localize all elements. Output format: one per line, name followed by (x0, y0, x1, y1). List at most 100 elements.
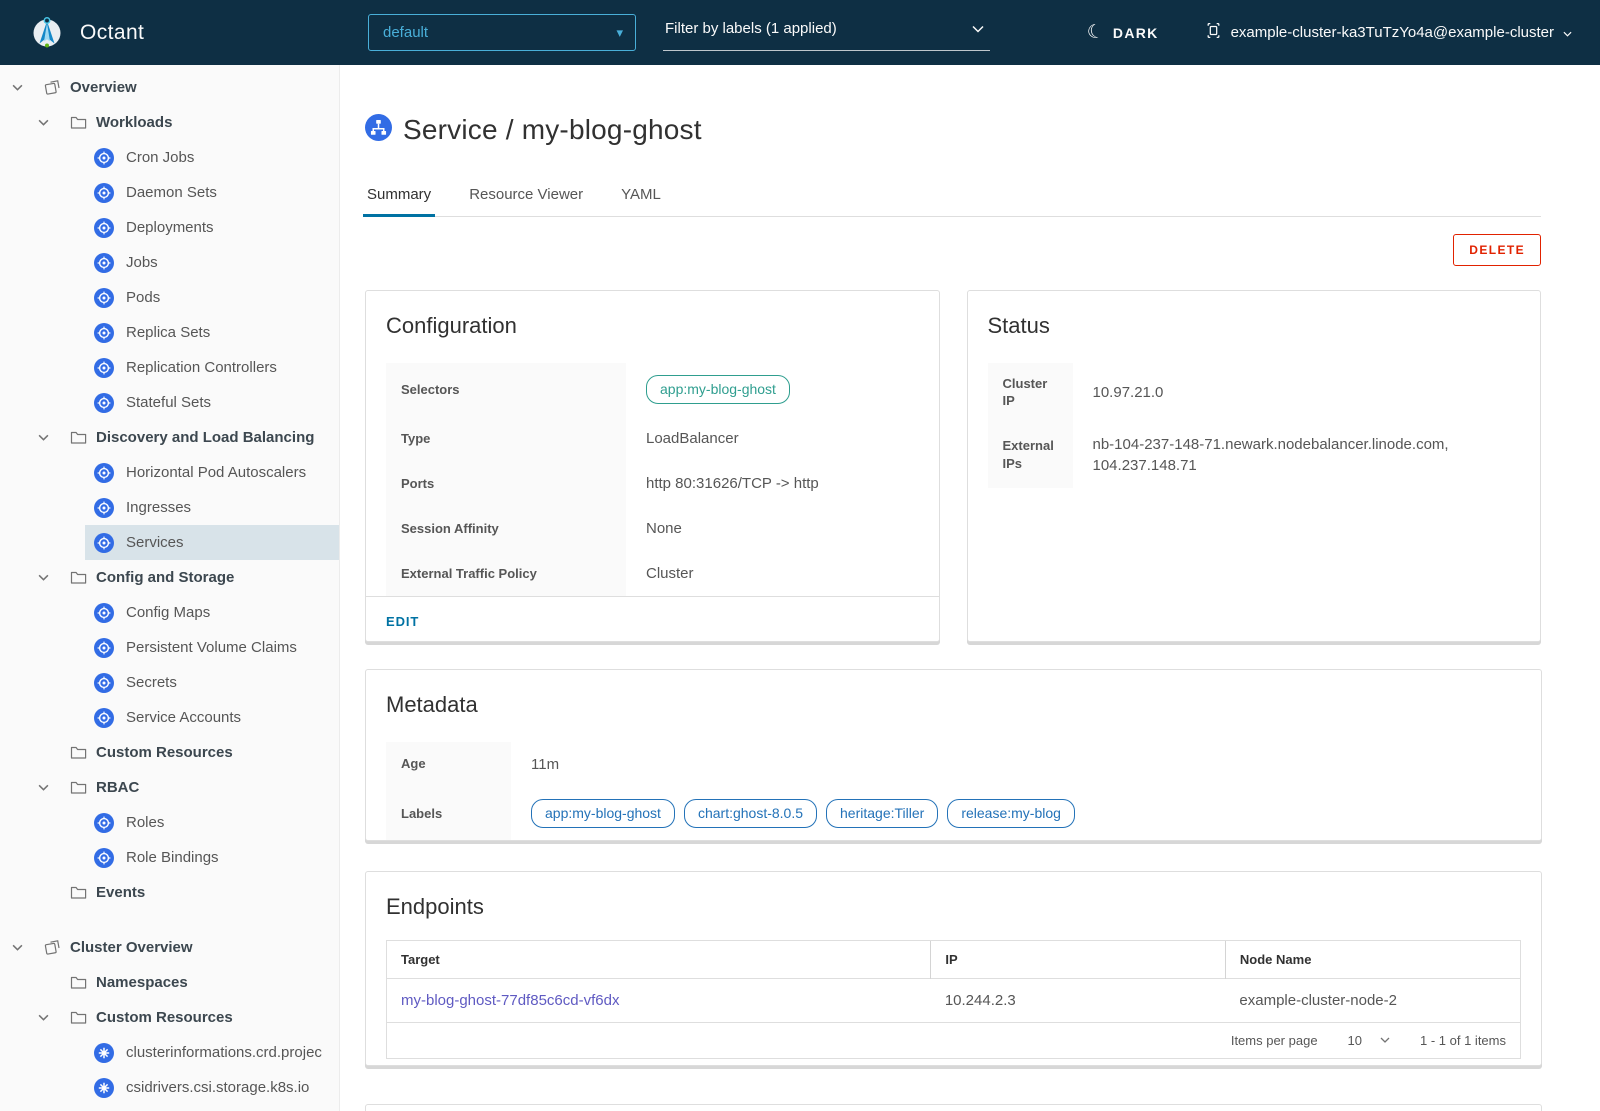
crd-icon (94, 1078, 114, 1098)
header-branding: Octant (0, 14, 340, 52)
endpoints-column-ip: IP (931, 941, 1226, 979)
sidebar-item-config-maps[interactable]: Config Maps (85, 595, 339, 630)
sidebar-item-horizontal-pod-autoscalers[interactable]: Horizontal Pod Autoscalers (85, 455, 339, 490)
sidebar-item-label: Events (96, 884, 145, 901)
namespace-select[interactable]: default ▾ (368, 14, 636, 51)
applications-icon (44, 939, 61, 956)
folder-icon (70, 115, 87, 130)
configuration-value-type: LoadBalancer (626, 416, 919, 461)
endpoints-column-node-name: Node Name (1225, 941, 1520, 979)
configuration-card-footer: EDIT (366, 596, 939, 641)
chevron-down-icon (1563, 24, 1572, 41)
sidebar-item-services[interactable]: Services (85, 525, 339, 560)
configuration-key-session-affinity: Session Affinity (386, 506, 626, 551)
sidebar-item-events[interactable]: Events (0, 875, 339, 910)
sidebar-item-service-accounts[interactable]: Service Accounts (85, 700, 339, 735)
sidebar-item-label: Workloads (96, 114, 172, 131)
items-per-page-label: Items per page (1231, 1033, 1318, 1048)
sidebar-item-discovery-and-load-balancing[interactable]: Discovery and Load Balancing (0, 420, 339, 455)
folder-icon (70, 885, 87, 900)
sidebar-item-workloads[interactable]: Workloads (0, 105, 339, 140)
chevron-down-icon[interactable] (38, 434, 52, 441)
endpoints-table: TargetIPNode Name my-blog-ghost-77df85c6… (386, 940, 1521, 1059)
chevron-down-icon[interactable] (12, 944, 26, 951)
sidebar-item-label: Config and Storage (96, 569, 234, 586)
sidebar-item-namespaces[interactable]: Namespaces (0, 965, 339, 1000)
sidebar-item-label: Horizontal Pod Autoscalers (126, 464, 306, 481)
status-kv-table: Cluster IP10.97.21.0External IPsnb-104-2… (988, 363, 1521, 488)
sidebar-item-clusterinformations-crd-projec[interactable]: clusterinformations.crd.projec (85, 1035, 339, 1070)
folder-icon (70, 570, 87, 585)
label-filter-text: Filter by labels (1 applied) (665, 20, 837, 37)
label-tag[interactable]: app:my-blog-ghost (531, 799, 675, 829)
sidebar-item-daemon-sets[interactable]: Daemon Sets (85, 175, 339, 210)
octant-logo (28, 14, 66, 52)
job-icon (94, 253, 114, 273)
service-icon (94, 533, 114, 553)
sidebar-item-deployments[interactable]: Deployments (85, 210, 339, 245)
sidebar-item-overview[interactable]: Overview (0, 70, 339, 105)
events-card-title: Events (366, 1105, 1541, 1111)
status-value-external-ips: nb-104-237-148-71.newark.nodebalancer.li… (1073, 422, 1521, 488)
configuration-key-selectors: Selectors (386, 363, 626, 417)
sidebar-item-label: Replication Controllers (126, 359, 277, 376)
chevron-down-icon[interactable] (38, 574, 52, 581)
sidebar-item-custom-resources[interactable]: Custom Resources (0, 735, 339, 770)
label-tag[interactable]: chart:ghost-8.0.5 (684, 799, 817, 829)
tab-yaml[interactable]: YAML (621, 186, 661, 216)
tab-resource-viewer[interactable]: Resource Viewer (469, 186, 583, 216)
sidebar-item-custom-resources[interactable]: Custom Resources (0, 1000, 339, 1035)
pod-icon (94, 288, 114, 308)
configuration-card: Configuration Selectorsapp:my-blog-ghost… (365, 290, 940, 642)
sidebar-item-secrets[interactable]: Secrets (85, 665, 339, 700)
main-content: Service / my-blog-ghost SummaryResource … (340, 65, 1600, 1111)
sidebar-item-label: Replica Sets (126, 324, 210, 341)
sidebar-item-jobs[interactable]: Jobs (85, 245, 339, 280)
chevron-down-icon[interactable] (38, 784, 52, 791)
page-size-select[interactable]: 10 (1348, 1033, 1390, 1048)
label-filter-input[interactable]: Filter by labels (1 applied) (663, 14, 990, 51)
chevron-down-icon[interactable] (38, 1014, 52, 1021)
cluster-context-selector[interactable]: example-cluster-ka3TuTzYo4a@example-clus… (1205, 22, 1572, 43)
replicationcontroller-icon (94, 358, 114, 378)
replicaset-icon (94, 323, 114, 343)
sidebar-item-csidrivers-csi-storage-k8s-io[interactable]: csidrivers.csi.storage.k8s.io (85, 1070, 339, 1105)
theme-toggle[interactable]: ☾ DARK (1087, 23, 1159, 42)
configuration-value-ports: http 80:31626/TCP -> http (626, 461, 919, 506)
metadata-kv-table: Age11mLabelsapp:my-blog-ghostchart:ghost… (386, 742, 1521, 841)
sidebar-item-label: Deployments (126, 219, 214, 236)
status-key-external-ips: External IPs (988, 422, 1073, 488)
configuration-kv-table: Selectorsapp:my-blog-ghostTypeLoadBalanc… (386, 363, 919, 597)
chevron-down-icon[interactable] (12, 84, 26, 91)
sidebar-item-role-bindings[interactable]: Role Bindings (85, 840, 339, 875)
crd-icon (94, 1043, 114, 1063)
sidebar-item-cluster-overview[interactable]: Cluster Overview (0, 930, 339, 965)
pagination-range-label: 1 - 1 of 1 items (1420, 1033, 1506, 1048)
sidebar-item-rbac[interactable]: RBAC (0, 770, 339, 805)
metadata-key-labels: Labels (386, 787, 511, 841)
endpoint-target-link[interactable]: my-blog-ghost-77df85c6cd-vf6dx (401, 992, 619, 1009)
sidebar-item-label: Persistent Volume Claims (126, 639, 297, 656)
tab-summary[interactable]: Summary (367, 186, 431, 216)
sidebar-item-config-and-storage[interactable]: Config and Storage (0, 560, 339, 595)
edit-link[interactable]: EDIT (386, 614, 419, 629)
label-tag[interactable]: heritage:Tiller (826, 799, 938, 829)
sidebar-item-roles[interactable]: Roles (85, 805, 339, 840)
label-tag[interactable]: release:my-blog (947, 799, 1075, 829)
events-card: Events (365, 1104, 1542, 1111)
deployment-icon (94, 218, 114, 238)
sidebar-item-label: Stateful Sets (126, 394, 211, 411)
sidebar-item-persistent-volume-claims[interactable]: Persistent Volume Claims (85, 630, 339, 665)
selector-tag[interactable]: app:my-blog-ghost (646, 375, 790, 405)
sidebar-item-replica-sets[interactable]: Replica Sets (85, 315, 339, 350)
endpoint-ip: 10.244.2.3 (931, 978, 1226, 1022)
sidebar-item-label: Cluster Overview (70, 939, 193, 956)
sidebar-item-ingresses[interactable]: Ingresses (85, 490, 339, 525)
serviceaccount-icon (94, 708, 114, 728)
sidebar-item-replication-controllers[interactable]: Replication Controllers (85, 350, 339, 385)
sidebar-item-pods[interactable]: Pods (85, 280, 339, 315)
sidebar-item-stateful-sets[interactable]: Stateful Sets (85, 385, 339, 420)
delete-button[interactable]: DELETE (1453, 234, 1541, 266)
sidebar-item-cron-jobs[interactable]: Cron Jobs (85, 140, 339, 175)
chevron-down-icon[interactable] (38, 119, 52, 126)
